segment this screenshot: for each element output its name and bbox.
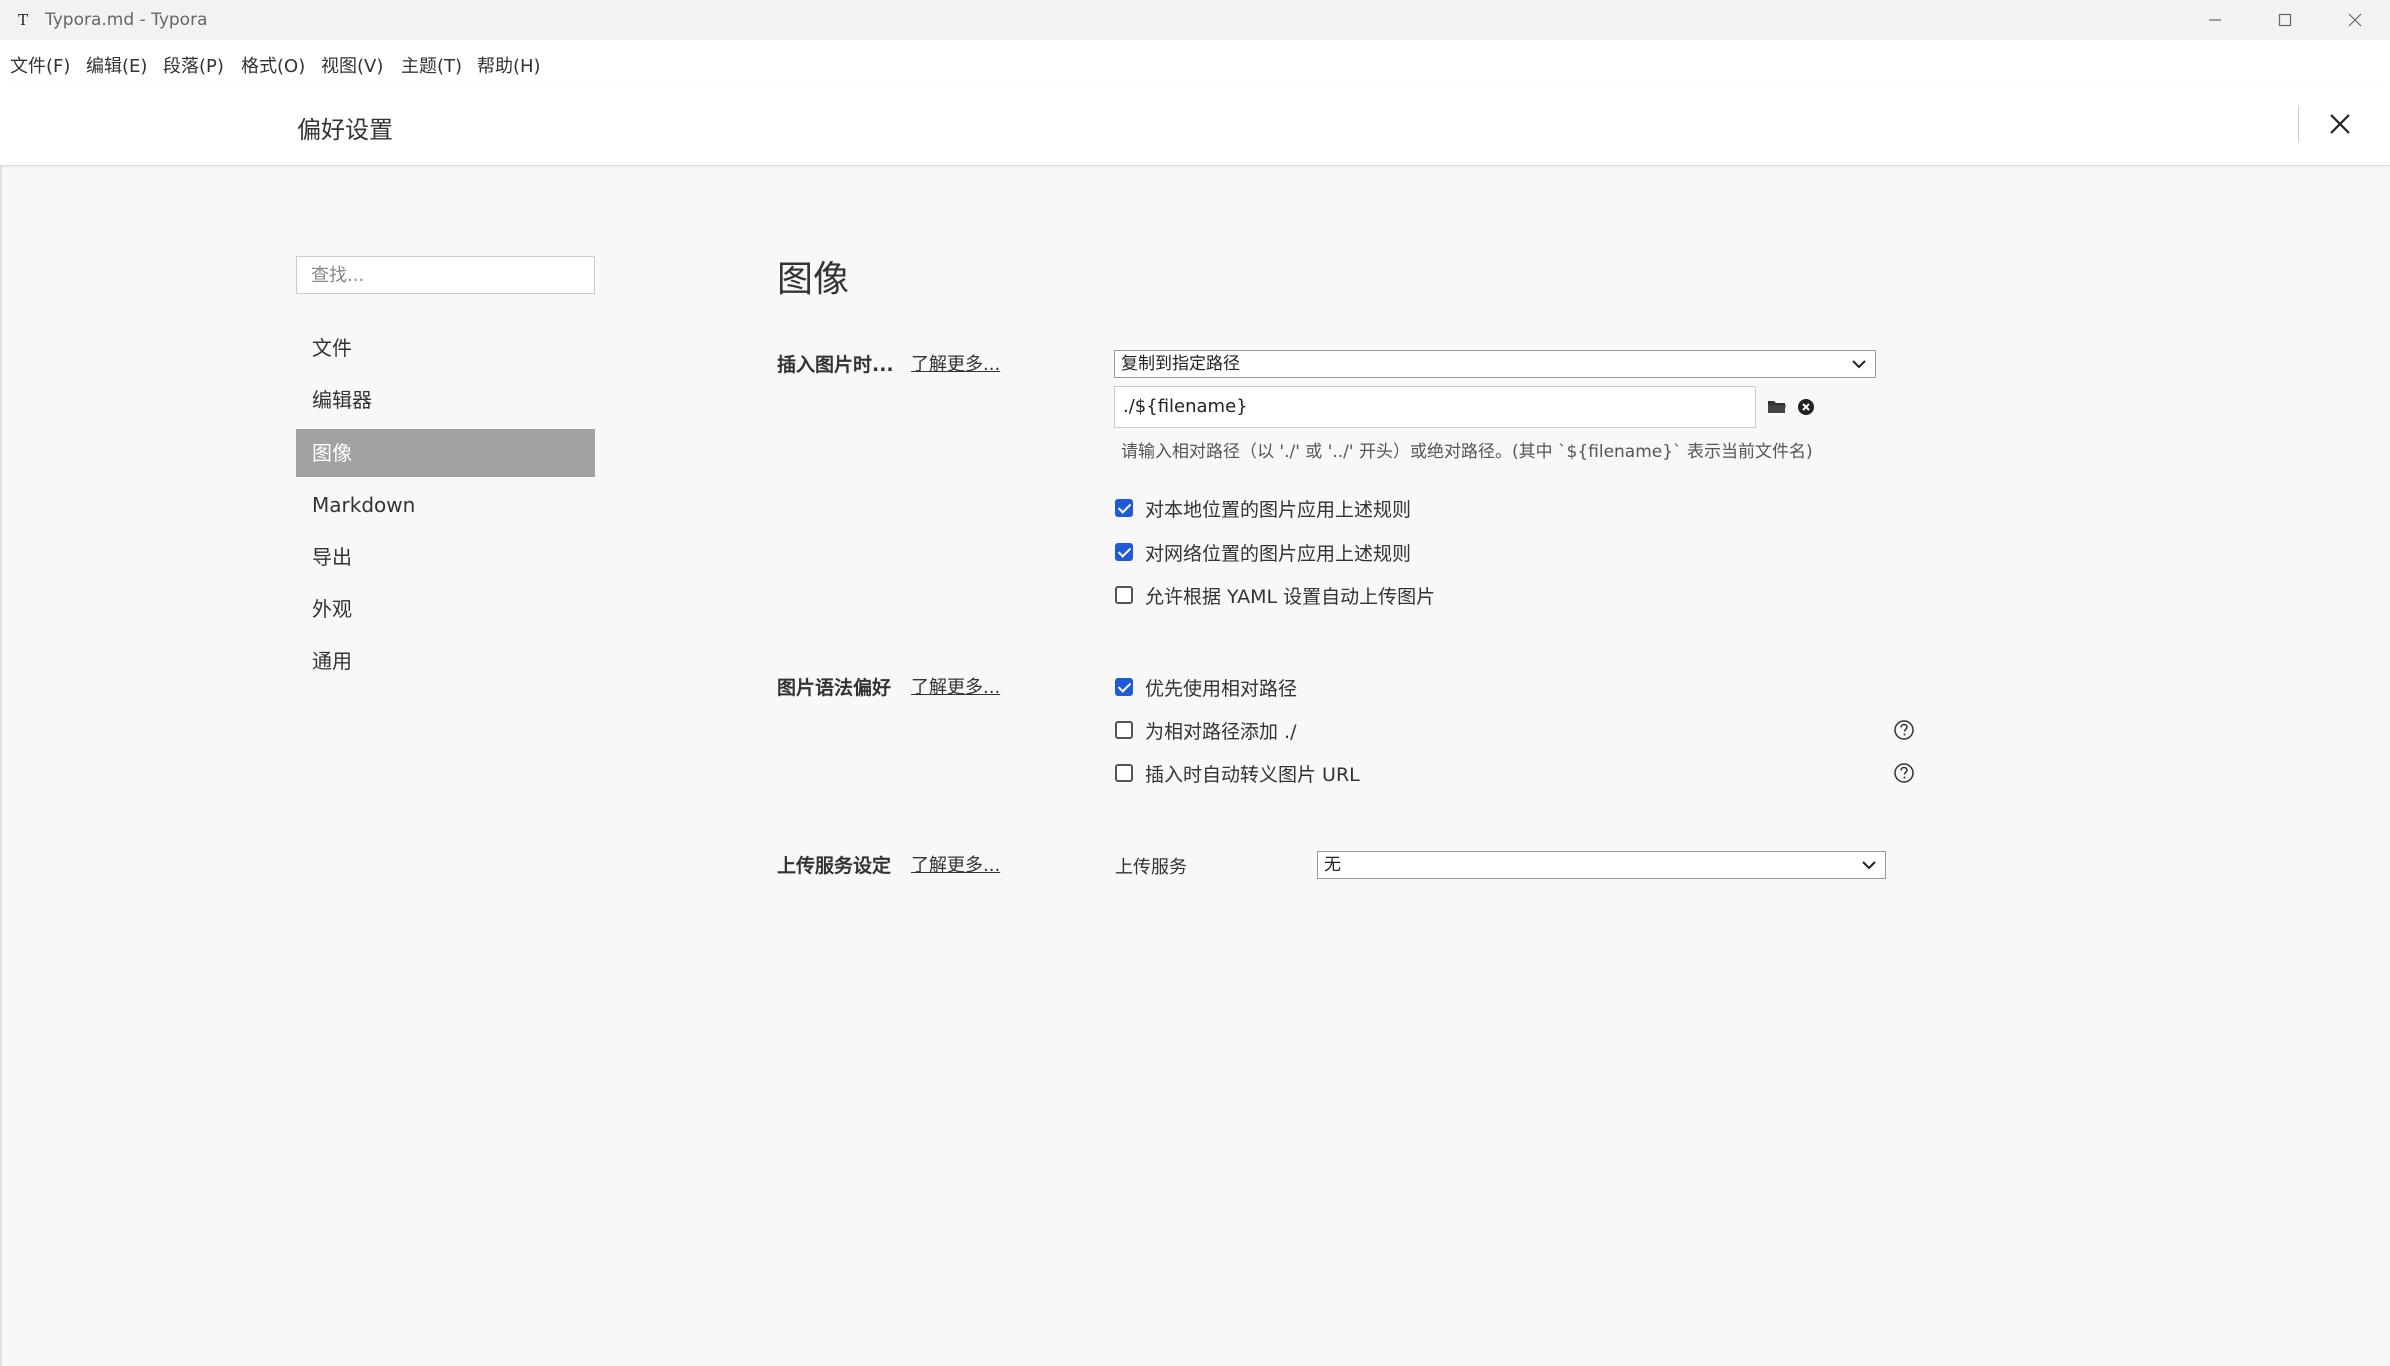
menu-format[interactable]: 格式(O) [241, 52, 305, 78]
upload-service-value: 无 [1324, 855, 1341, 875]
checkbox-label: 插入时自动转义图片 URL [1145, 763, 1360, 786]
checkbox-label: 优先使用相对路径 [1145, 677, 1298, 700]
help-icon[interactable] [1893, 719, 1915, 741]
window-close-button[interactable] [2320, 0, 2390, 40]
clear-path-button[interactable] [1794, 395, 1818, 419]
typora-app-icon: T [17, 11, 28, 29]
insert-action-value: 复制到指定路径 [1121, 354, 1240, 374]
menu-help[interactable]: 帮助(H) [477, 52, 541, 78]
checkbox-box[interactable] [1115, 499, 1133, 517]
menu-file[interactable]: 文件(F) [10, 52, 70, 78]
nav-item-markdown[interactable]: Markdown [296, 481, 595, 529]
checkbox-box[interactable] [1115, 543, 1133, 561]
upload-service-label: 上传服务 [1115, 857, 1187, 878]
insert-learn-more-link[interactable]: 了解更多... [911, 350, 1000, 376]
nav-item-editor[interactable]: 编辑器 [296, 376, 595, 424]
section-title: 图像 [777, 259, 850, 300]
maximize-button[interactable] [2250, 0, 2320, 40]
nav-item-image[interactable]: 图像 [296, 429, 595, 477]
window-title: Typora.md - Typora [45, 10, 208, 30]
checkbox-local-images[interactable]: 对本地位置的图片应用上述规则 [1115, 494, 1411, 522]
chevron-down-icon [1852, 360, 1866, 369]
nav-item-file[interactable]: 文件 [296, 324, 595, 372]
help-icon[interactable] [1893, 762, 1915, 784]
menu-paragraph[interactable]: 段落(P) [163, 52, 224, 78]
checkbox-prefer-relative[interactable]: 优先使用相对路径 [1115, 673, 1297, 701]
insert-action-select[interactable]: 复制到指定路径 [1114, 350, 1876, 378]
checkbox-add-dot-slash[interactable]: 为相对路径添加 ./ [1115, 716, 1296, 744]
checkbox-box[interactable] [1115, 586, 1133, 604]
upload-service-settings-label: 上传服务设定 [777, 855, 892, 877]
menu-edit[interactable]: 编辑(E) [86, 52, 147, 78]
folder-icon [1768, 401, 1786, 413]
maximize-icon [2278, 13, 2292, 27]
title-bar: T Typora.md - Typora [0, 0, 2390, 40]
chevron-down-icon [1862, 861, 1876, 870]
upload-learn-more-link[interactable]: 了解更多... [911, 851, 1000, 877]
menu-theme[interactable]: 主题(T) [401, 52, 462, 78]
close-icon [2330, 114, 2350, 134]
checkbox-label: 为相对路径添加 ./ [1145, 720, 1297, 743]
upload-service-select[interactable]: 无 [1317, 851, 1886, 879]
clear-circle-icon [1798, 399, 1814, 415]
checkbox-yaml-upload[interactable]: 允许根据 YAML 设置自动上传图片 [1115, 581, 1435, 609]
syntax-learn-more-link[interactable]: 了解更多... [911, 673, 1000, 699]
minimize-icon [2209, 19, 2221, 21]
checkbox-network-images[interactable]: 对网络位置的图片应用上述规则 [1115, 538, 1411, 566]
checkbox-box[interactable] [1115, 678, 1133, 696]
preferences-header: 偏好设置 [0, 86, 2390, 166]
image-path-input[interactable]: ./${filename} [1114, 386, 1756, 428]
close-icon [2348, 13, 2362, 27]
header-divider [2298, 106, 2299, 142]
minimize-button[interactable] [2180, 0, 2250, 40]
nav-item-general[interactable]: 通用 [296, 637, 595, 685]
menu-bar: 文件(F) 编辑(E) 段落(P) 格式(O) 视图(V) 主题(T) 帮助(H… [0, 40, 2390, 86]
insert-image-label: 插入图片时... [777, 354, 894, 376]
nav-item-export[interactable]: 导出 [296, 533, 595, 581]
window-left-edge [0, 86, 2, 1366]
browse-folder-button[interactable] [1765, 395, 1789, 419]
checkbox-box[interactable] [1115, 721, 1133, 739]
nav-item-appearance[interactable]: 外观 [296, 585, 595, 633]
preferences-search-input[interactable] [296, 256, 595, 294]
checkbox-label: 对网络位置的图片应用上述规则 [1145, 542, 1412, 565]
menu-view[interactable]: 视图(V) [321, 52, 383, 78]
syntax-preference-label: 图片语法偏好 [777, 677, 892, 699]
preferences-close-button[interactable] [2320, 104, 2360, 144]
preferences-title: 偏好设置 [297, 116, 393, 144]
checkbox-label: 对本地位置的图片应用上述规则 [1145, 498, 1412, 521]
checkbox-escape-url[interactable]: 插入时自动转义图片 URL [1115, 759, 1360, 787]
checkbox-box[interactable] [1115, 764, 1133, 782]
path-hint-text: 请输入相对路径（以 './' 或 '../' 开头）或绝对路径。(其中 `${f… [1121, 442, 1813, 462]
checkbox-label: 允许根据 YAML 设置自动上传图片 [1145, 585, 1436, 608]
